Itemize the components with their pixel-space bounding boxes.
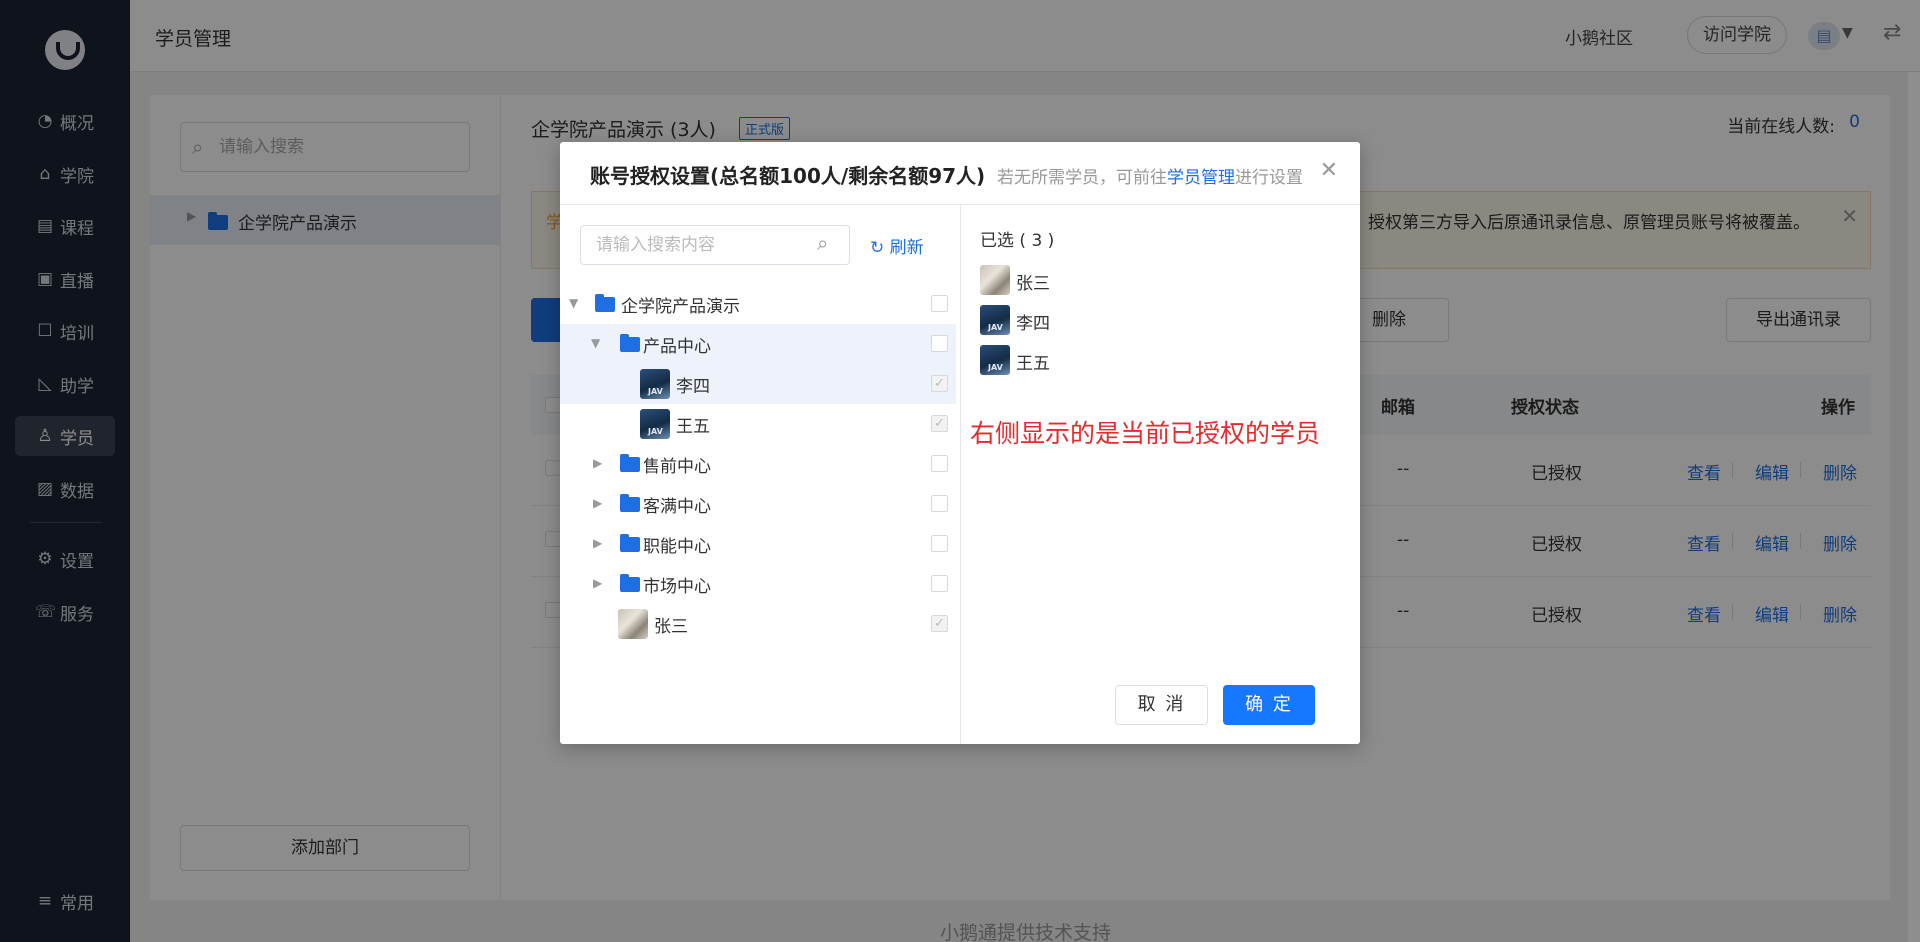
folder-icon [595, 294, 615, 312]
hint-prefix: 若无所需学员，可前往 [997, 168, 1167, 188]
tree-node-label: 王五 [676, 417, 710, 437]
selected-item: 王五 [980, 344, 1280, 376]
caret-right-icon[interactable]: ▶ [593, 496, 602, 510]
tree-node-label: 张三 [654, 617, 688, 637]
hint-suffix: 进行设置 [1235, 168, 1303, 188]
dialog-hint: 若无所需学员，可前往学员管理进行设置 [997, 163, 1303, 188]
tree-node-checkbox[interactable]: ✓ [931, 375, 948, 392]
cancel-button[interactable]: 取 消 [1115, 685, 1208, 725]
selected-item: 李四 [980, 304, 1280, 336]
caret-down-icon[interactable]: ▼ [569, 296, 578, 310]
avatar [980, 265, 1010, 295]
tree-node[interactable]: ▶ 职能中心 [560, 524, 956, 564]
tree-node-label: 企学院产品演示 [621, 297, 740, 317]
tree-node-checkbox[interactable]: ✓ [931, 615, 948, 632]
folder-icon [620, 494, 640, 512]
tree-node-checkbox[interactable] [931, 495, 948, 512]
refresh-icon: ↻ [870, 238, 885, 258]
close-icon[interactable]: ✕ [1320, 158, 1338, 183]
refresh-button[interactable]: ↻ 刷新 [870, 233, 924, 258]
tree-node-checkbox[interactable]: ✓ [931, 415, 948, 432]
dialog-title: 账号授权设置(总名额100人/剩余名额97人) [590, 164, 986, 188]
tree-node-label: 李四 [676, 377, 710, 397]
caret-right-icon[interactable]: ▶ [593, 456, 602, 470]
selected-item-name: 张三 [1016, 274, 1050, 294]
tree-node[interactable]: ▶ 售前中心 [560, 444, 956, 484]
account-authorization-dialog: 账号授权设置(总名额100人/剩余名额97人) 若无所需学员，可前往学员管理进行… [560, 142, 1360, 744]
avatar [640, 369, 670, 399]
tree-node-checkbox[interactable] [931, 455, 948, 472]
tree-node[interactable]: 张三 ✓ [560, 604, 956, 644]
page-scrollbar[interactable] [1908, 72, 1920, 942]
folder-icon [620, 534, 640, 552]
tree-node[interactable]: ▼ 企学院产品演示 [560, 284, 956, 324]
folder-icon [620, 454, 640, 472]
tree-node-checkbox[interactable] [931, 535, 948, 552]
annotation-text: 右侧显示的是当前已授权的学员 [970, 419, 1321, 448]
selected-item-name: 李四 [1016, 314, 1050, 334]
folder-icon [620, 334, 640, 352]
selected-item: 张三 [980, 264, 1280, 296]
tree-node[interactable]: 李四 ✓ [560, 364, 956, 404]
selected-item-name: 王五 [1016, 354, 1050, 374]
confirm-button[interactable]: 确 定 [1223, 685, 1315, 725]
caret-right-icon[interactable]: ▶ [593, 536, 602, 550]
tree-node[interactable]: ▶ 市场中心 [560, 564, 956, 604]
avatar [980, 345, 1010, 375]
tree-node[interactable]: 王五 ✓ [560, 404, 956, 444]
tree-node-label: 产品中心 [643, 337, 711, 357]
refresh-label: 刷新 [889, 238, 924, 258]
tree-node-label: 市场中心 [643, 577, 711, 597]
tree-node-checkbox[interactable] [931, 335, 948, 352]
search-icon[interactable]: ⌕ [817, 231, 828, 255]
caret-down-icon[interactable]: ▼ [591, 336, 600, 350]
avatar [618, 609, 648, 639]
tree-search-input[interactable]: 请输入搜索内容 [580, 225, 850, 265]
tree-node-label: 职能中心 [643, 537, 711, 557]
tree-node-label: 售前中心 [643, 457, 711, 477]
dialog-column-divider [960, 204, 961, 744]
avatar [640, 409, 670, 439]
tree-node[interactable]: ▼ 产品中心 [560, 324, 956, 364]
tree-node-checkbox[interactable] [931, 575, 948, 592]
caret-right-icon[interactable]: ▶ [593, 576, 602, 590]
tree-node-checkbox[interactable] [931, 295, 948, 312]
tree-node-label: 客满中心 [643, 497, 711, 517]
folder-icon [620, 574, 640, 592]
selected-count-title: 已选 ( 3 ) [980, 231, 1055, 251]
student-management-link[interactable]: 学员管理 [1167, 168, 1235, 188]
tree-node[interactable]: ▶ 客满中心 [560, 484, 956, 524]
avatar [980, 305, 1010, 335]
